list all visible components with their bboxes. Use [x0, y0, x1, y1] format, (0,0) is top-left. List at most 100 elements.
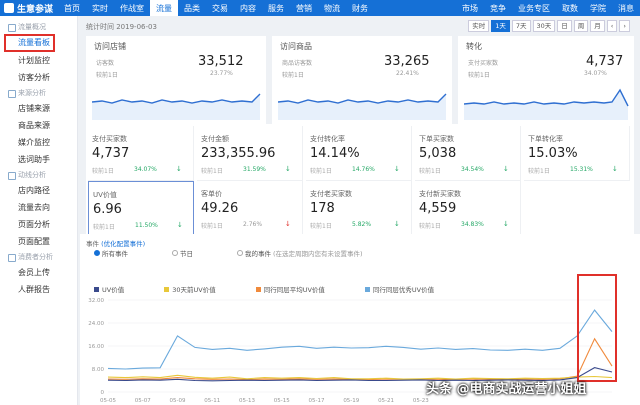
card-sub: 访客数: [96, 60, 115, 67]
sidebar-item[interactable]: 商品来源: [0, 117, 77, 134]
nav-item[interactable]: 学院: [584, 0, 612, 16]
sidebar-item[interactable]: 流量去向: [0, 199, 77, 216]
nav-item[interactable]: 品类: [178, 0, 206, 16]
sidebar-item[interactable]: 店铺来源: [0, 100, 77, 117]
nav-item[interactable]: 实时: [86, 0, 114, 16]
nav-item[interactable]: 营销: [290, 0, 318, 16]
metric-compare: 较前1日: [310, 168, 332, 175]
metrics-grid: 支付买家数 4,737 较前1日 34.07% ↓ 支付金额 233,355.96 较前1日 3…: [86, 124, 634, 236]
sidebar-item[interactable]: 人群报告: [0, 281, 77, 298]
metric-value: 4,559: [419, 201, 457, 216]
app-title: 生意参谋: [17, 4, 54, 15]
y-tick-label: 32.00: [88, 298, 104, 304]
x-tick-label: 05-21: [378, 398, 394, 404]
nav-item[interactable]: 物流: [318, 0, 346, 16]
metric-compare: 较前1日: [93, 224, 115, 231]
message-link[interactable]: 消息: [618, 3, 634, 14]
metric-value: 14.14%: [310, 146, 360, 161]
arrow-down-green-icon: ↓: [503, 165, 509, 173]
card-title: 转化: [466, 42, 482, 51]
sidebar-item[interactable]: 计划监控: [0, 52, 77, 69]
card-pct: 23.77%: [210, 70, 233, 77]
x-tick-label: 05-13: [239, 398, 255, 404]
metric-title: 客单价: [201, 190, 222, 198]
metric-cell[interactable]: UV价值 6.96 较前1日 11.50% ↓: [88, 181, 194, 236]
sidebar-item[interactable]: 访客分析: [0, 69, 77, 86]
metric-title: 下单转化率: [528, 135, 563, 143]
metric-cell[interactable]: 下单转化率 15.03% 较前1日 15.31% ↓: [524, 126, 630, 181]
nav-item[interactable]: 取数: [556, 0, 584, 16]
conversion-sparkline: [464, 88, 629, 120]
metric-title: 支付买家数: [92, 135, 127, 143]
metric-cell[interactable]: 支付买家数 4,737 较前1日 34.07% ↓: [88, 126, 194, 181]
nav-item[interactable]: 竞争: [484, 0, 512, 16]
metric-cell[interactable]: 下单买家数 5,038 较前1日 34.54% ↓: [415, 126, 521, 181]
period-button[interactable]: 1天: [491, 20, 510, 32]
nav-item[interactable]: 流量: [150, 0, 178, 16]
left-sidebar: 流量概况 流量看板 计划监控 访客分析 来源分析 店铺来源 商品来源 媒介监控 选词助手 动线分析…: [0, 16, 78, 405]
period-button[interactable]: 日: [557, 20, 572, 32]
arrow-down-green-icon: ↓: [394, 220, 400, 228]
app-logo[interactable]: 生意参谋: [0, 2, 58, 15]
period-button[interactable]: 7天: [511, 20, 531, 32]
nav-item[interactable]: 首页: [58, 0, 86, 16]
x-tick-label: 05-15: [274, 398, 290, 404]
metric-title: 支付金额: [201, 135, 229, 143]
metric-cell[interactable]: 客单价 49.26 较前1日 2.76% ↓: [197, 181, 303, 236]
nav-item[interactable]: 市场: [456, 0, 484, 16]
period-button[interactable]: 30天: [532, 20, 556, 32]
metric-value: 5,038: [419, 146, 457, 161]
nav-item[interactable]: 作战室: [114, 0, 150, 16]
period-button[interactable]: ‹: [606, 20, 618, 32]
metric-pct: 34.07%: [134, 166, 157, 173]
metric-pct: 31.59%: [243, 166, 266, 173]
sidebar-item[interactable]: 会员上传: [0, 264, 77, 281]
metric-cell[interactable]: 支付转化率 14.14% 较前1日 14.76% ↓: [306, 126, 412, 181]
card-pct: 22.41%: [396, 70, 419, 77]
period-button[interactable]: 周: [573, 20, 589, 32]
nav-item[interactable]: 业务专区: [512, 0, 556, 16]
top-nav-bar: 生意参谋 首页 实时 作战室 流量 品类 交易 内容 服务 营销 物流 财务 市场 竞争 业务专区 取数 学院…: [0, 0, 640, 16]
nav-item[interactable]: 内容: [234, 0, 262, 16]
y-tick-label: 0: [101, 390, 105, 396]
period-buttons: 实时 1天 7天 30天日周月 ‹ ›: [468, 20, 630, 32]
nav-item[interactable]: 交易: [206, 0, 234, 16]
card-value: 4,737: [586, 54, 624, 69]
metric-pct: 34.54%: [461, 166, 484, 173]
period-button[interactable]: 实时: [468, 20, 490, 32]
sidebar-item[interactable]: 页面配置: [0, 233, 77, 250]
sidebar-item[interactable]: 选词助手: [0, 151, 77, 168]
series-line: [107, 309, 613, 370]
metric-cell[interactable]: 支付老买家数 178 较前1日 5.82% ↓: [306, 181, 412, 236]
metric-cell[interactable]: 支付金额 233,355.96 较前1日 31.59% ↓: [197, 126, 303, 181]
nav-item[interactable]: 财务: [346, 0, 374, 16]
metric-pct: 11.50%: [135, 222, 158, 229]
sidebar-item[interactable]: 页面分析: [0, 216, 77, 233]
metric-value: 4,737: [92, 146, 130, 161]
metric-title: UV价值: [93, 191, 117, 199]
metric-compare: 较前1日: [419, 168, 441, 175]
metric-cell[interactable]: 支付新买家数 4,559 较前1日 34.83% ↓: [415, 181, 521, 236]
logo-icon: [4, 3, 14, 13]
arrow-down-green-icon: ↓: [285, 165, 291, 173]
top-right-area: 消息: [612, 3, 640, 14]
metric-pct: 5.82%: [352, 221, 372, 228]
arrow-down-green-icon: ↓: [176, 165, 182, 173]
arrow-down-red-icon: ↓: [285, 220, 291, 228]
series-line: [107, 337, 613, 381]
top-card-store[interactable]: 访问店铺 访客数 33,512 较前1日 23.77%: [86, 36, 266, 124]
nav-item[interactable]: 服务: [262, 0, 290, 16]
sidebar-item[interactable]: 媒介监控: [0, 134, 77, 151]
top-card-conversion[interactable]: 转化 支付买家数 4,737 较前1日 34.07%: [458, 36, 634, 124]
metric-compare: 较前1日: [201, 168, 223, 175]
sidebar-section-title: 消费者分析: [0, 250, 77, 264]
metric-value: 15.03%: [528, 146, 578, 161]
goods-sparkline: [278, 93, 447, 120]
top-card-goods[interactable]: 访问商品 商品访客数 33,265 较前1日 22.41%: [272, 36, 452, 124]
store-sparkline: [92, 93, 261, 120]
period-button[interactable]: ›: [619, 20, 630, 32]
period-button[interactable]: 月: [590, 20, 605, 32]
sidebar-item[interactable]: 店内路径: [0, 182, 77, 199]
metric-value: 49.26: [201, 201, 239, 216]
sidebar-item[interactable]: 流量看板: [4, 34, 55, 52]
